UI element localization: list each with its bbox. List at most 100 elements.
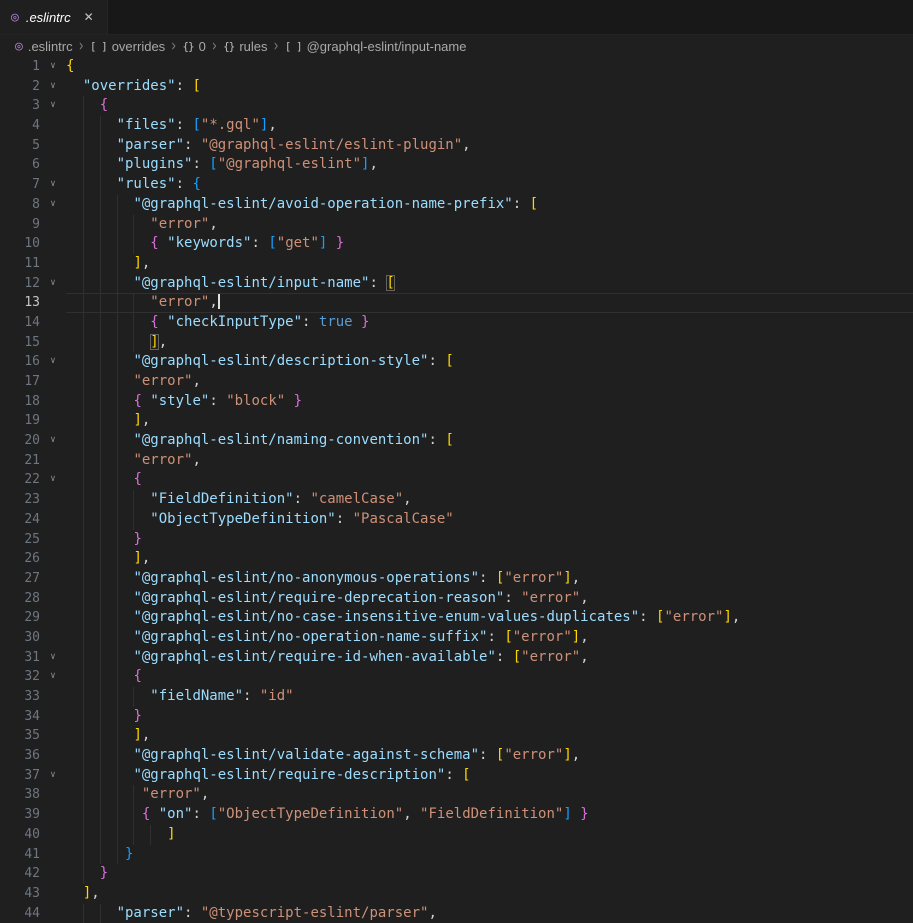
code-line[interactable]: 18 { "style": "block" } xyxy=(0,392,913,412)
token: : xyxy=(639,609,656,625)
line-number: 21 xyxy=(0,451,40,471)
code-line[interactable]: 24 "ObjectTypeDefinition": "PascalCase" xyxy=(0,510,913,530)
fold-chevron-icon[interactable]: ∨ xyxy=(40,96,66,116)
code-line[interactable]: 43 ], xyxy=(0,884,913,904)
code-line[interactable]: 16∨ "@graphql-eslint/description-style":… xyxy=(0,352,913,372)
code-line[interactable]: 26 ], xyxy=(0,549,913,569)
line-number: 25 xyxy=(0,530,40,550)
code-line[interactable]: 10 { "keywords": ["get"] } xyxy=(0,234,913,254)
fold-chevron-icon[interactable]: ∨ xyxy=(40,470,66,490)
indent-guide xyxy=(133,687,134,707)
code-line[interactable]: 34 } xyxy=(0,707,913,727)
token: "ObjectTypeDefinition" xyxy=(218,806,403,822)
indent-guide xyxy=(117,746,118,766)
token: "error" xyxy=(150,294,209,310)
code-line[interactable]: 19 ], xyxy=(0,411,913,431)
breadcrumb-item--eslintrc[interactable]: ◎.eslintrc xyxy=(15,39,73,54)
token: : xyxy=(251,235,268,251)
token xyxy=(353,314,361,330)
code-line[interactable]: 37∨ "@graphql-eslint/require-description… xyxy=(0,766,913,786)
code-line[interactable]: 40 ] xyxy=(0,825,913,845)
token: , xyxy=(580,649,588,665)
code-line[interactable]: 4 "files": ["*.gql"], xyxy=(0,116,913,136)
code-line[interactable]: 1∨{ xyxy=(0,57,913,77)
code-line[interactable]: 11 ], xyxy=(0,254,913,274)
code-line[interactable]: 41 } xyxy=(0,845,913,865)
code-editor[interactable]: 1∨{2∨ "overrides": [3∨ {4 "files": ["*.g… xyxy=(0,57,913,923)
code-line[interactable]: 31∨ "@graphql-eslint/require-id-when-ava… xyxy=(0,648,913,668)
array-symbol-icon: [ ] xyxy=(90,40,107,53)
code-line[interactable]: 13 "error", xyxy=(0,293,913,313)
code-line[interactable]: 25 } xyxy=(0,530,913,550)
indent-guide xyxy=(83,845,84,865)
fold-gutter xyxy=(40,293,66,313)
code-text: { xyxy=(66,58,74,74)
token: , xyxy=(159,334,167,350)
indent-guide xyxy=(117,411,118,431)
indent-guide xyxy=(83,667,84,687)
close-icon[interactable]: ✕ xyxy=(80,8,98,26)
code-line[interactable]: 12∨ "@graphql-eslint/input-name": [ xyxy=(0,274,913,294)
token: "error" xyxy=(150,216,209,232)
fold-chevron-icon[interactable]: ∨ xyxy=(40,648,66,668)
code-line[interactable]: 20∨ "@graphql-eslint/naming-convention":… xyxy=(0,431,913,451)
fold-chevron-icon[interactable]: ∨ xyxy=(40,431,66,451)
fold-chevron-icon[interactable]: ∨ xyxy=(40,352,66,372)
fold-gutter xyxy=(40,313,66,333)
token: , xyxy=(142,412,150,428)
line-number: 9 xyxy=(0,215,40,235)
fold-chevron-icon[interactable]: ∨ xyxy=(40,77,66,97)
code-line[interactable]: 33 "fieldName": "id" xyxy=(0,687,913,707)
code-line[interactable]: 35 ], xyxy=(0,726,913,746)
code-line[interactable]: 5 "parser": "@graphql-eslint/eslint-plug… xyxy=(0,136,913,156)
code-line[interactable]: 36 "@graphql-eslint/validate-against-sch… xyxy=(0,746,913,766)
code-line[interactable]: 38 "error", xyxy=(0,785,913,805)
code-line[interactable]: 42 } xyxy=(0,864,913,884)
breadcrumb-item-rules[interactable]: {}rules xyxy=(223,39,267,54)
breadcrumb-item--graphql-eslint-input-name[interactable]: [ ]@graphql-eslint/input-name xyxy=(285,39,467,54)
code-text: "files": ["*.gql"], xyxy=(66,117,277,133)
code-line[interactable]: 21 "error", xyxy=(0,451,913,471)
code-line-content: "ObjectTypeDefinition": "PascalCase" xyxy=(66,510,913,530)
token: "PascalCase" xyxy=(353,511,454,527)
code-line[interactable]: 14 { "checkInputType": true } xyxy=(0,313,913,333)
token: ] xyxy=(150,334,158,350)
code-line[interactable]: 6 "plugins": ["@graphql-eslint"], xyxy=(0,155,913,175)
token: [ xyxy=(445,432,453,448)
code-line[interactable]: 3∨ { xyxy=(0,96,913,116)
code-line[interactable]: 39 { "on": ["ObjectTypeDefinition", "Fie… xyxy=(0,805,913,825)
fold-chevron-icon[interactable]: ∨ xyxy=(40,195,66,215)
breadcrumb-item-overrides[interactable]: [ ] overrides xyxy=(90,39,165,54)
code-line[interactable]: 17 "error", xyxy=(0,372,913,392)
code-line[interactable]: 32∨ { xyxy=(0,667,913,687)
code-text: { xyxy=(66,668,142,684)
tab-eslintrc[interactable]: ◎ .eslintrc ✕ xyxy=(0,0,108,34)
code-line[interactable]: 29 "@graphql-eslint/no-case-insensitive-… xyxy=(0,608,913,628)
fold-chevron-icon[interactable]: ∨ xyxy=(40,274,66,294)
breadcrumb-item-0[interactable]: {}0 xyxy=(182,39,205,54)
token: , xyxy=(572,747,580,763)
code-line[interactable]: 9 "error", xyxy=(0,215,913,235)
indent-guide xyxy=(100,667,101,687)
code-line[interactable]: 30 "@graphql-eslint/no-operation-name-su… xyxy=(0,628,913,648)
token: : xyxy=(302,314,319,330)
breadcrumb-label: overrides xyxy=(112,39,165,54)
code-line[interactable]: 2∨ "overrides": [ xyxy=(0,77,913,97)
code-line[interactable]: 15 ], xyxy=(0,333,913,353)
indent-guide xyxy=(83,175,84,195)
indent-guide xyxy=(83,136,84,156)
code-line[interactable]: 7∨ "rules": { xyxy=(0,175,913,195)
fold-chevron-icon[interactable]: ∨ xyxy=(40,766,66,786)
fold-chevron-icon[interactable]: ∨ xyxy=(40,57,66,77)
code-line[interactable]: 23 "FieldDefinition": "camelCase", xyxy=(0,490,913,510)
code-line[interactable]: 28 "@graphql-eslint/require-deprecation-… xyxy=(0,589,913,609)
fold-chevron-icon[interactable]: ∨ xyxy=(40,667,66,687)
indent-guide xyxy=(83,726,84,746)
fold-chevron-icon[interactable]: ∨ xyxy=(40,175,66,195)
code-line[interactable]: 44 "parser": "@typescript-eslint/parser"… xyxy=(0,904,913,923)
code-line[interactable]: 8∨ "@graphql-eslint/avoid-operation-name… xyxy=(0,195,913,215)
token: { xyxy=(133,393,141,409)
token: "rules" xyxy=(117,176,176,192)
code-line[interactable]: 22∨ { xyxy=(0,470,913,490)
code-line[interactable]: 27 "@graphql-eslint/no-anonymous-operati… xyxy=(0,569,913,589)
